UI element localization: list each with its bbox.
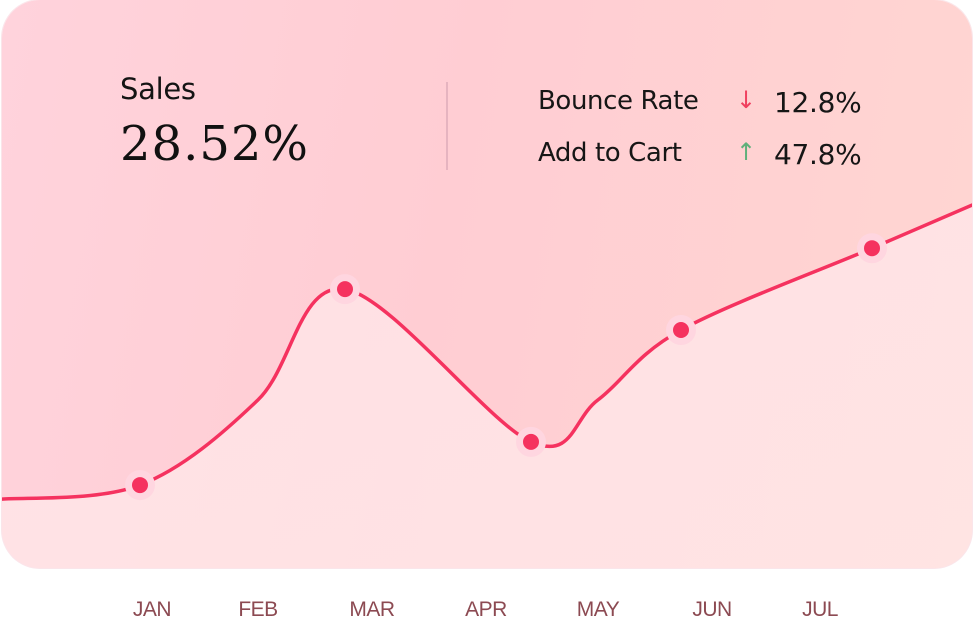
area-fill	[2, 205, 972, 568]
line-chart	[2, 203, 972, 568]
data-point-jan[interactable]	[132, 477, 148, 494]
data-point-apr[interactable]	[523, 433, 539, 450]
x-tick-label-apr: APR	[465, 598, 507, 621]
x-axis: JAN FEB MAR APR MAY JUN JUL	[0, 598, 974, 628]
data-point-jun[interactable]	[673, 322, 689, 339]
x-tick-label-jul: JUL	[802, 598, 838, 621]
x-tick-label-jun: JUN	[692, 598, 732, 621]
x-tick-label-feb: FEB	[238, 598, 278, 621]
x-tick-label-jan: JAN	[132, 598, 172, 621]
x-tick-label-may: MAY	[576, 598, 620, 621]
x-tick-label-mar: MAR	[349, 598, 395, 621]
data-point-jul[interactable]	[864, 240, 880, 257]
data-point-mar[interactable]	[337, 281, 353, 298]
